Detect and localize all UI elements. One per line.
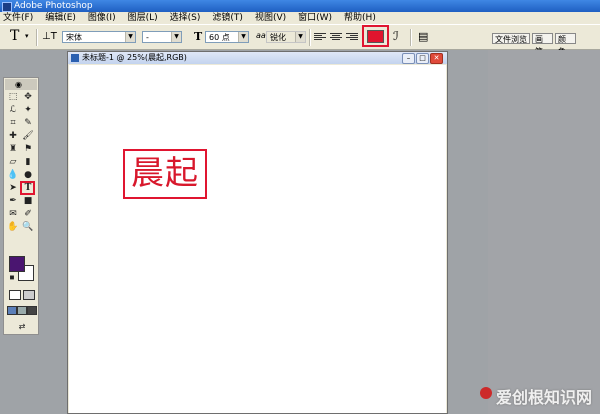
align-left-icon[interactable]	[314, 33, 326, 42]
photoshop-app-icon	[2, 2, 12, 12]
tab-file-browser[interactable]: 文件浏览	[492, 33, 530, 44]
app-title: Adobe Photoshop	[14, 1, 93, 11]
jump-to-imageready-icon[interactable]: ⇄	[13, 321, 31, 332]
menu-window[interactable]: 窗口(W)	[292, 12, 338, 24]
document-canvas[interactable]: 晨起	[69, 65, 446, 413]
toolbox-header: ◉	[5, 79, 37, 90]
screen-mode-standard-icon[interactable]	[7, 306, 17, 315]
menu-view[interactable]: 视图(V)	[249, 12, 292, 24]
tab-color[interactable]: 颜色	[555, 33, 576, 56]
standard-mode-icon[interactable]	[9, 290, 21, 300]
pen-icon[interactable]: ✒	[7, 196, 19, 207]
default-colors-icon[interactable]: ◼	[6, 272, 18, 283]
antialias-select[interactable]: 锐化 ▼	[266, 31, 306, 43]
font-family-select[interactable]: 宋体 ▼	[62, 31, 136, 43]
palettes-toggle-icon[interactable]: ▤	[418, 30, 428, 43]
chevron-down-icon: ▼	[125, 32, 135, 42]
align-right-icon[interactable]	[346, 33, 358, 42]
crop-icon[interactable]: ⌗	[7, 118, 19, 129]
divider	[410, 29, 412, 46]
font-size-select[interactable]: 60 点 ▼	[205, 31, 249, 43]
healing-brush-icon[interactable]: ✚	[7, 131, 19, 142]
warp-text-icon[interactable]: ℐ	[393, 29, 399, 43]
menu-select[interactable]: 选择(S)	[164, 12, 207, 24]
antialias-value: 锐化	[270, 33, 286, 42]
maximize-icon[interactable]: □	[416, 53, 429, 64]
menu-layer[interactable]: 图层(L)	[122, 12, 164, 24]
foreground-color-swatch[interactable]	[9, 256, 25, 272]
menu-edit[interactable]: 编辑(E)	[39, 12, 82, 24]
font-size-value: 60 点	[209, 33, 230, 42]
tool-preset-arrow-icon[interactable]: ▾	[25, 32, 29, 40]
dodge-icon[interactable]: ●	[22, 170, 34, 181]
menu-bar: 文件(F) 编辑(E) 图像(I) 图层(L) 选择(S) 滤镜(T) 视图(V…	[0, 12, 600, 24]
chevron-down-icon: ▼	[238, 32, 248, 42]
marquee-icon[interactable]: ⬚	[7, 92, 19, 103]
toolbox: ◉ ⬚ ✥ ℒ ✦ ⌗ ✎ ✚ 🖌 ♜ ⚑ ▱ ▮ 💧 ● ➤ T ✒ ■ ✉ …	[3, 77, 39, 335]
lasso-icon[interactable]: ℒ	[7, 105, 19, 116]
watermark-text: 爱创根知识网	[495, 388, 592, 407]
tab-brushes[interactable]: 画笔	[532, 33, 553, 56]
antialias-icon: aa	[256, 31, 266, 40]
app-title-bar: Adobe Photoshop	[0, 0, 600, 12]
quick-mask-mode-icon[interactable]	[23, 290, 35, 300]
blur-icon[interactable]: 💧	[7, 170, 19, 181]
chevron-down-icon: ▼	[171, 32, 181, 42]
clone-stamp-icon[interactable]: ♜	[7, 144, 19, 155]
menu-filter[interactable]: 滤镜(T)	[206, 12, 249, 24]
eye-logo-icon: ◉	[15, 80, 22, 89]
close-icon[interactable]: ✕	[430, 53, 443, 64]
workspace-right-area	[488, 50, 600, 414]
magic-wand-icon[interactable]: ✦	[22, 105, 34, 116]
menu-help[interactable]: 帮助(H)	[338, 12, 382, 24]
gradient-icon[interactable]: ▮	[22, 157, 34, 168]
menu-image[interactable]: 图像(I)	[82, 12, 122, 24]
document-icon	[71, 54, 79, 62]
eyedropper-icon[interactable]: ✐	[22, 209, 34, 220]
canvas-text-layer[interactable]: 晨起	[123, 149, 207, 199]
watermark-logo-icon	[479, 387, 492, 399]
document-title-bar[interactable]: 未标题-1 @ 25%(晨起,RGB) – □ ✕	[68, 52, 447, 64]
divider	[36, 29, 38, 46]
tool-preset-text-icon[interactable]: T	[10, 28, 19, 44]
path-selection-icon[interactable]: ➤	[7, 183, 19, 194]
align-center-icon[interactable]	[330, 33, 342, 42]
font-style-value: -	[146, 33, 149, 42]
font-family-value: 宋体	[66, 33, 82, 42]
notes-icon[interactable]: ✉	[7, 209, 19, 220]
slice-icon[interactable]: ✎	[22, 118, 34, 129]
font-style-select[interactable]: - ▼	[142, 31, 182, 43]
text-orientation-icon[interactable]: ⊥T	[42, 31, 57, 42]
brush-icon[interactable]: 🖌	[22, 131, 34, 142]
shape-icon[interactable]: ■	[22, 196, 34, 207]
screen-mode-full-icon[interactable]	[27, 306, 37, 315]
watermark: 爱创根知识网	[479, 384, 592, 408]
zoom-icon[interactable]: 🔍	[22, 222, 34, 233]
move-icon[interactable]: ✥	[22, 92, 34, 103]
screen-mode-full-menu-icon[interactable]	[17, 306, 27, 315]
eraser-icon[interactable]: ▱	[7, 157, 19, 168]
text-color-swatch[interactable]	[367, 30, 384, 43]
chevron-down-icon: ▼	[295, 32, 305, 42]
font-size-icon: T	[194, 30, 203, 43]
hand-icon[interactable]: ✋	[7, 222, 19, 233]
divider	[309, 29, 311, 46]
type-tool-icon[interactable]: T	[22, 183, 34, 194]
document-window: 未标题-1 @ 25%(晨起,RGB) – □ ✕ 晨起	[67, 51, 448, 414]
history-brush-icon[interactable]: ⚑	[22, 144, 34, 155]
document-title: 未标题-1 @ 25%(晨起,RGB)	[82, 53, 187, 62]
menu-file[interactable]: 文件(F)	[0, 12, 39, 24]
minimize-icon[interactable]: –	[402, 53, 415, 64]
